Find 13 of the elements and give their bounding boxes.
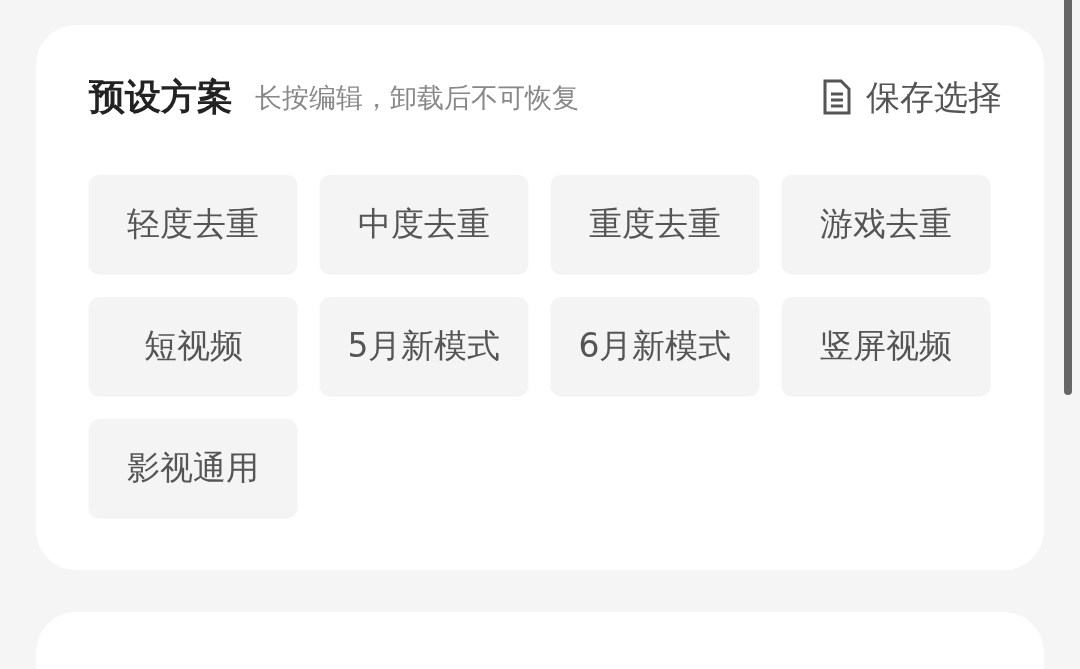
preset-button[interactable]: 5月新模式: [320, 297, 528, 395]
preset-button[interactable]: 6月新模式: [551, 297, 759, 395]
preset-button[interactable]: 游戏去重: [782, 175, 990, 273]
preset-button[interactable]: 中度去重: [320, 175, 528, 273]
preset-button[interactable]: 轻度去重: [89, 175, 297, 273]
preset-button[interactable]: 短视频: [89, 297, 297, 395]
document-icon: [822, 79, 852, 115]
section-title: 预设方案: [89, 79, 233, 115]
hint-text: 长按编辑，卸载后不可恢复: [255, 83, 579, 111]
preset-button[interactable]: 竖屏视频: [782, 297, 990, 395]
preset-button[interactable]: 影视通用: [89, 419, 297, 517]
preset-button[interactable]: 重度去重: [551, 175, 759, 273]
save-button[interactable]: 保存选择: [822, 79, 1002, 115]
